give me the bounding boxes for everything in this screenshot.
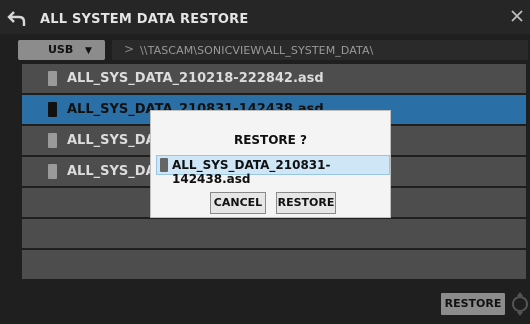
file-name: ALL_SYS_DAT [67, 133, 164, 148]
dialog-file-item: ALL_SYS_DATA_210831-142438.asd [156, 155, 390, 186]
back-arrow-icon[interactable] [6, 8, 28, 28]
restore-button[interactable]: RESTORE [441, 293, 505, 315]
window-title: ALL SYSTEM DATA RESTORE [40, 12, 249, 27]
file-row[interactable]: ALL_SYS_DATA_210218-222842.asd [22, 64, 526, 93]
empty-row [22, 250, 526, 279]
chevron-down-icon: ▼ [85, 46, 92, 56]
file-icon [48, 102, 57, 117]
knob-icon [512, 292, 528, 316]
file-name: ALL_SYS_DAT [67, 164, 164, 179]
file-icon [48, 133, 57, 148]
title-bar: ALL SYSTEM DATA RESTORE [0, 0, 530, 34]
file-name: ALL_SYS_DATA_210218-222842.asd [67, 71, 324, 86]
screen: ALL SYSTEM DATA RESTORE USB ▼ > \\TASCAM… [0, 0, 530, 324]
path-bar: > \\TASCAM\SONICVIEW\ALL_SYSTEM_DATA\ [112, 40, 528, 60]
file-icon [48, 71, 57, 86]
restore-confirm-dialog: RESTORE ? ALL_SYS_DATA_210831-142438.asd… [150, 110, 391, 218]
usb-drive-select[interactable]: USB ▼ [18, 40, 105, 60]
usb-label: USB [48, 43, 74, 56]
confirm-restore-button[interactable]: RESTORE [276, 192, 336, 214]
path-separator-icon: > [124, 42, 135, 56]
path-text: \\TASCAM\SONICVIEW\ALL_SYSTEM_DATA\ [140, 44, 374, 57]
cancel-button[interactable]: CANCEL [210, 192, 266, 214]
dialog-file-name: ALL_SYS_DATA_210831-142438.asd [172, 158, 331, 186]
file-icon [48, 164, 57, 179]
close-icon[interactable] [509, 8, 525, 24]
dialog-title: RESTORE ? [233, 133, 308, 147]
empty-row [22, 219, 526, 248]
file-icon [160, 158, 168, 172]
